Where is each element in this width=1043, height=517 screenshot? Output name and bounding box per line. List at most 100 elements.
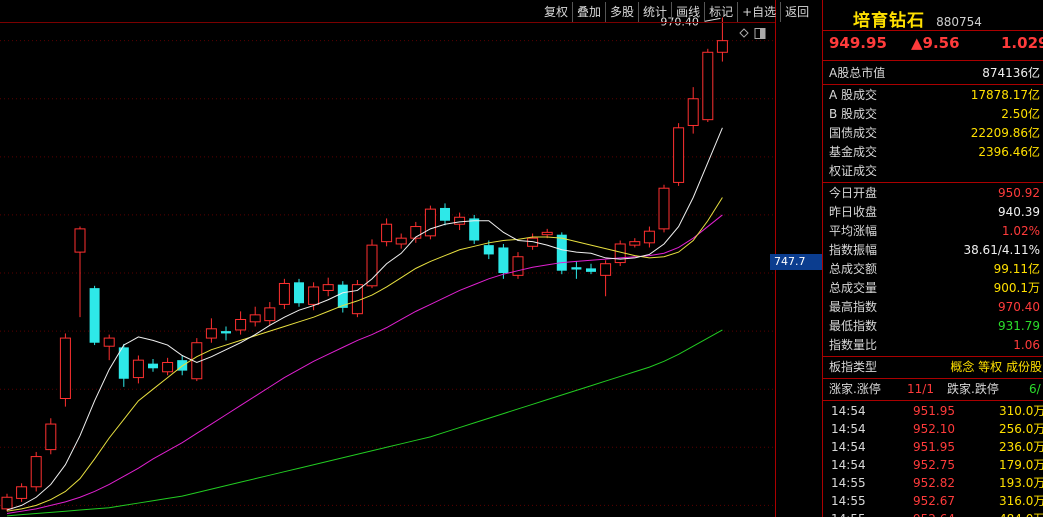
candle-body: [629, 241, 641, 246]
candle-body: [658, 187, 670, 230]
divider: [823, 84, 1043, 85]
quote-summary: 949.95 ▲9.56 1.029: [823, 34, 1043, 54]
toolbar-button-1[interactable]: 叠加: [572, 2, 605, 22]
chart-top-border: [0, 22, 775, 23]
index-stat-row: 最高指数 970.40: [823, 298, 1043, 317]
candle-body: [89, 288, 100, 343]
tick-time: 14:54: [831, 458, 866, 472]
toolbar-button-3[interactable]: 统计: [638, 2, 671, 22]
tick-row: 14:54 951.95 236.0万: [823, 438, 1043, 456]
fall-label: 跌家.跌停: [947, 382, 999, 396]
info-label: 最高指数: [829, 300, 878, 314]
tick-time: 14:55: [831, 476, 866, 490]
candle-body: [264, 307, 276, 322]
candle-body: [132, 359, 144, 379]
tick-time: 14:55: [831, 510, 866, 517]
tick-row: 14:55 952.82 193.0万: [823, 474, 1043, 492]
kline-chart[interactable]: 950.0900.0850.0800.0750.0700.0650.0600.0…: [0, 0, 775, 517]
tick-price: 952.82: [913, 476, 955, 490]
rise-value: 11/1: [907, 382, 934, 396]
toolbar-button-0[interactable]: 复权: [540, 2, 572, 22]
info-label: 昨日收盘: [829, 205, 878, 219]
quote-panel: 培育钻石 880754 949.95 ▲9.56 1.029 A股总市值 8741…: [822, 0, 1043, 517]
info-label: B 股成交: [829, 107, 878, 121]
candle-body: [249, 314, 261, 323]
toolbar-button-7[interactable]: 返回: [780, 2, 813, 22]
info-value: 950.92: [998, 186, 1040, 200]
info-value: 22209.86亿: [970, 126, 1040, 140]
toolbar-button-2[interactable]: 多股: [605, 2, 638, 22]
tick-volume: 484.0万: [999, 510, 1043, 517]
candle-body: [716, 40, 728, 53]
candle-body: [30, 456, 42, 488]
info-value: 970.40: [998, 300, 1040, 314]
index-stat-row: 指数量比 1.06: [823, 336, 1043, 355]
candle-body: [512, 256, 524, 276]
price-change: ▲9.56: [911, 34, 960, 52]
candle-body: [1, 496, 13, 510]
info-label: A股总市值: [829, 66, 886, 80]
price-change-pct: 1.029: [1001, 34, 1043, 52]
tick-volume: 179.0万: [999, 458, 1043, 472]
candle-body: [16, 486, 28, 499]
candle-body: [571, 267, 582, 270]
tick-volume: 310.0万: [999, 404, 1043, 418]
toolbar-button-5[interactable]: 标记: [704, 2, 737, 22]
candle-body: [278, 282, 290, 305]
diamond-icon[interactable]: [739, 28, 749, 38]
tick-row: 14:54 952.75 179.0万: [823, 456, 1043, 474]
info-value: 874136亿: [982, 66, 1040, 80]
info-value: 900.1万: [993, 281, 1040, 295]
candle-body: [643, 230, 655, 244]
info-value: 1.06: [1013, 338, 1040, 352]
divider: [823, 356, 1043, 357]
stock-name: 培育钻石: [853, 11, 925, 31]
info-label: 总成交额: [829, 262, 878, 276]
info-value[interactable]: 概念 等权 成份股: [950, 358, 1042, 377]
tick-row: 14:54 952.10 256.0万: [823, 420, 1043, 438]
tick-row: 14:55 952.67 316.0万: [823, 492, 1043, 510]
candle-body: [702, 51, 714, 121]
divider: [823, 30, 1043, 31]
index-stat-row: 最低指数 931.79: [823, 317, 1043, 336]
info-label: A 股成交: [829, 88, 878, 102]
rise-fall-row: 涨家.涨停 11/1 跌家.跌停 6/: [823, 380, 1043, 399]
turnover-row: 国债成交 22209.86亿: [823, 124, 1043, 143]
stock-code: 880754: [936, 15, 982, 29]
market-cap-row: A股总市值 874136亿: [823, 64, 1043, 83]
index-stat-row: 平均涨幅 1.02%: [823, 222, 1043, 241]
info-value: 931.79: [998, 319, 1040, 333]
toolbar-button-6[interactable]: +自选: [737, 2, 780, 22]
info-label: 基金成交: [829, 145, 878, 159]
toolbar-button-4[interactable]: 画线: [671, 2, 704, 22]
tick-time: 14:54: [831, 422, 866, 436]
index-stat-row: 总成交量 900.1万: [823, 279, 1043, 298]
turnover-row: B 股成交 2.50亿: [823, 105, 1043, 124]
divider: [823, 400, 1043, 401]
tick-price: 952.10: [913, 422, 955, 436]
info-value: 2396.46亿: [978, 145, 1040, 159]
candle-body: [45, 423, 57, 451]
divider: [823, 60, 1043, 61]
tick-price: 952.75: [913, 458, 955, 472]
tick-row: 14:55 952.64 484.0万: [823, 510, 1043, 517]
tick-price: 951.95: [913, 404, 955, 418]
chart-corner-icons: [738, 26, 768, 45]
candle-body: [541, 231, 553, 236]
info-value: 99.11亿: [993, 262, 1040, 276]
candle-body: [294, 282, 304, 304]
info-label: 今日开盘: [829, 186, 878, 200]
panel-toggle-icon[interactable]: [754, 28, 766, 39]
ma60-line: [6, 329, 723, 517]
tick-price: 952.64: [913, 510, 955, 517]
candle-body: [74, 228, 86, 253]
board-type-row: 板指类型 概念 等权 成份股: [823, 358, 1043, 377]
candle-body: [162, 361, 174, 373]
candle-body: [148, 363, 158, 369]
candle-body: [235, 318, 247, 331]
info-label: 板指类型: [829, 360, 878, 374]
tick-volume: 256.0万: [999, 422, 1043, 436]
candle-body: [469, 218, 480, 241]
tick-volume: 236.0万: [999, 440, 1043, 454]
candle-body: [59, 337, 71, 399]
